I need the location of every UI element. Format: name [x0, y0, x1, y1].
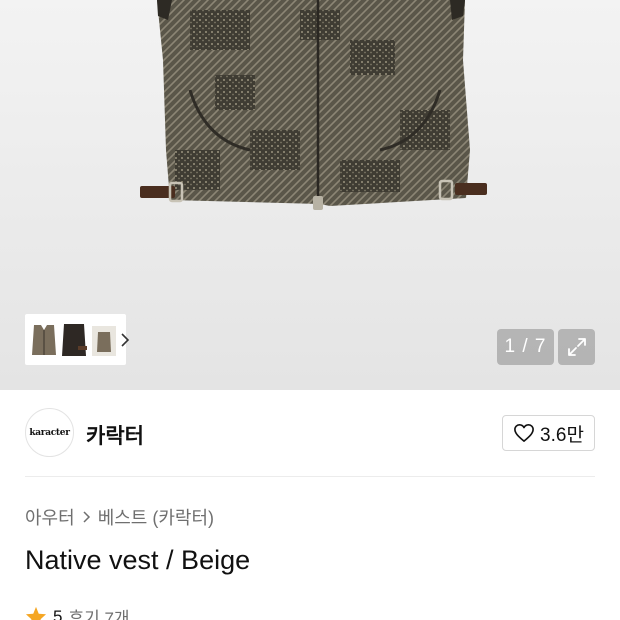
product-title: Native vest / Beige [25, 545, 251, 575]
expand-image-button[interactable] [558, 329, 595, 365]
star-icon [25, 606, 47, 620]
vest-thumb-3 [92, 325, 116, 356]
thumbnail-vest-beige[interactable] [30, 320, 58, 360]
rating-score: 5 [53, 606, 63, 620]
vest-thumb-2 [62, 323, 87, 356]
image-counter: 1 / 7 [497, 329, 554, 365]
vest-thumb-1 [32, 324, 56, 355]
review-count[interactable]: 후기 7개 [68, 604, 129, 620]
breadcrumb: 아우터 베스트 (카락터) [25, 504, 214, 530]
brand-logo[interactable]: karacter [25, 408, 74, 457]
breadcrumb-subcategory[interactable]: 베스트 (카락터) [98, 504, 214, 530]
thumbnail-vest-back[interactable] [60, 320, 88, 360]
chevron-right-icon[interactable] [120, 320, 130, 360]
expand-icon [567, 338, 586, 356]
chevron-right-icon [83, 511, 90, 523]
brand-logo-text: karacter [29, 427, 70, 438]
rating-row[interactable]: 5 후기 7개 [25, 604, 130, 620]
product-image-gallery[interactable]: 1 / 7 [0, 0, 620, 390]
brand-name[interactable]: 카락터 [86, 420, 144, 450]
thumbnail-strip[interactable] [25, 314, 130, 365]
like-count: 3.6만 [540, 424, 584, 446]
like-button[interactable]: 3.6만 [502, 415, 595, 451]
thumbnail-vest-model[interactable] [90, 320, 118, 360]
breadcrumb-category[interactable]: 아우터 [25, 504, 75, 530]
heart-icon [514, 424, 534, 442]
section-divider [25, 476, 595, 477]
